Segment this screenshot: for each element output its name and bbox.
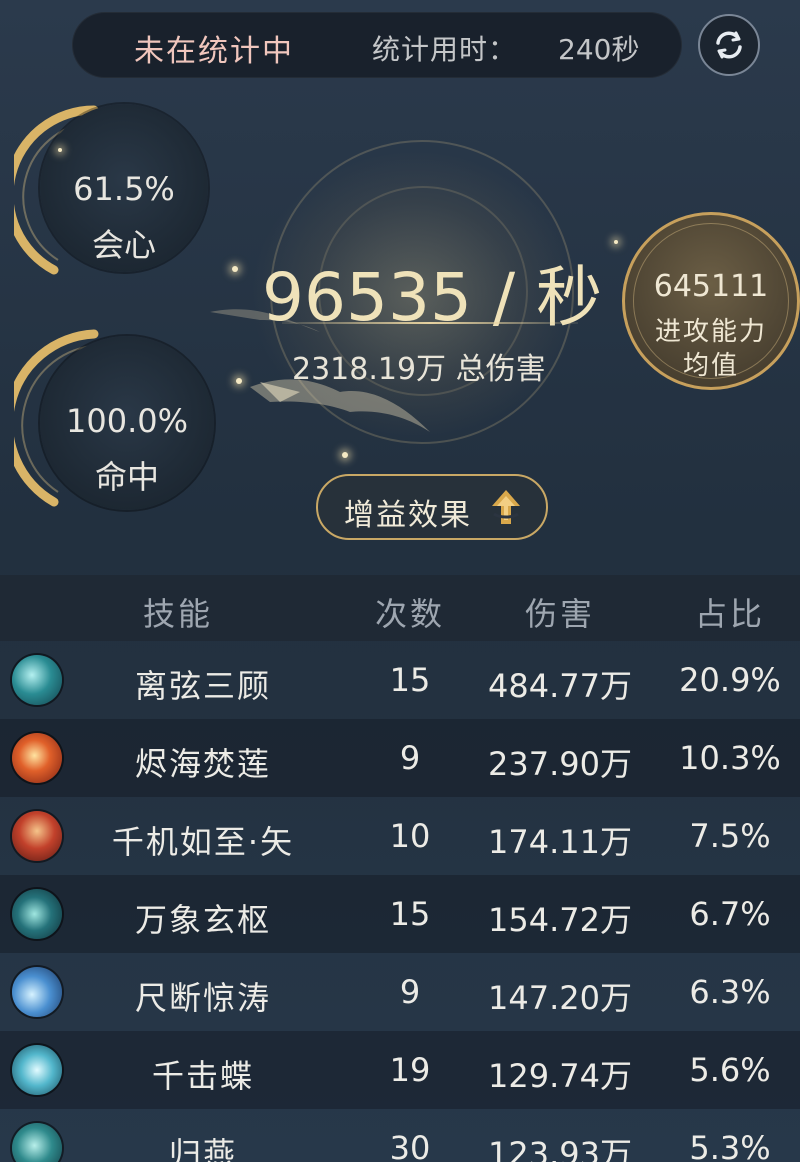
sparkle-dot: [342, 452, 348, 458]
hit-rate-value: 100.0%: [65, 402, 188, 440]
stats-status-bar: 未在统计中 统计用时： 240秒: [72, 12, 682, 78]
crit-rate-label: 会心: [91, 226, 156, 264]
dps-divider: [282, 322, 578, 324]
hit-rate-circle: 100.0% 命中: [40, 336, 214, 510]
skill-share: 20.9%: [679, 661, 781, 699]
skill-share: 6.3%: [689, 973, 771, 1011]
skill-name: 尺断惊涛: [134, 979, 271, 1017]
stats-status-text: 未在统计中: [134, 34, 294, 69]
skill-count: 19: [389, 1051, 431, 1089]
elapsed-time-label: 统计用时：: [372, 33, 518, 66]
teal-swirl-skill-icon: [12, 655, 62, 705]
refresh-icon: [716, 31, 742, 59]
skill-name: 万象玄枢: [134, 901, 271, 939]
crit-rate-value: 61.5%: [73, 170, 175, 208]
skill-name: 烬海焚莲: [134, 745, 271, 783]
skill-count: 9: [399, 973, 421, 1011]
table-row: 离弦三顾 15 484.77万 20.9%: [0, 641, 800, 719]
skill-count: 9: [399, 739, 421, 777]
cyan-butterfly-skill-icon: [12, 1045, 62, 1095]
teal-vortex-skill-icon: [12, 889, 62, 939]
table-row: 千机如至·矢 10 174.11万 7.5%: [0, 797, 800, 875]
table-row: 千击蝶 19 129.74万 5.6%: [0, 1031, 800, 1109]
buff-arrow-up-icon: [492, 490, 520, 524]
skill-count: 15: [389, 661, 431, 699]
skill-count: 10: [389, 817, 431, 855]
skill-damage: 123.93万: [488, 1135, 632, 1162]
attack-power-label: 进攻能力: [654, 317, 767, 347]
sparkle-dot: [236, 378, 242, 384]
skill-name: 千机如至·矢: [111, 823, 295, 861]
column-header-skill: 技能: [142, 595, 213, 633]
total-damage-text: 2318.19万 总伤害: [292, 352, 546, 387]
skill-count: 15: [389, 895, 431, 933]
skill-share: 5.3%: [689, 1129, 771, 1162]
buff-effects-label: 增益效果: [344, 498, 472, 533]
skill-share: 10.3%: [679, 739, 781, 777]
table-row: 尺断惊涛 9 147.20万 6.3%: [0, 953, 800, 1031]
skill-damage: 484.77万: [488, 667, 632, 705]
skill-share: 5.6%: [689, 1051, 771, 1089]
skill-count: 30: [389, 1129, 431, 1162]
dps-value: 96535 / 秒: [262, 259, 603, 336]
column-header-count: 次数: [374, 595, 445, 633]
hit-rate-label: 命中: [94, 458, 159, 496]
sparkle-dot: [58, 148, 62, 152]
fire-arrow-skill-icon: [12, 733, 62, 783]
refresh-button[interactable]: [698, 14, 760, 76]
table-row: 烬海焚莲 9 237.90万 10.3%: [0, 719, 800, 797]
skill-damage: 129.74万: [488, 1057, 632, 1095]
table-row: 万象玄枢 15 154.72万 6.7%: [0, 875, 800, 953]
teal-swallow-skill-icon: [12, 1123, 62, 1162]
attack-power-value: 645111: [653, 269, 769, 304]
skill-damage: 174.11万: [488, 823, 632, 861]
column-header-share: 占比: [694, 595, 765, 633]
skill-name: 千击蝶: [151, 1057, 254, 1095]
elapsed-time-value: 240秒: [558, 33, 640, 66]
column-header-damage: 伤害: [524, 595, 595, 633]
skill-table-header: 技能 次数 伤害 占比: [0, 575, 800, 641]
sparkle-dot: [614, 240, 618, 244]
sparkle-dot: [232, 266, 238, 272]
table-row: 归燕 30 123.93万 5.3%: [0, 1109, 800, 1162]
skill-damage: 237.90万: [488, 745, 632, 783]
red-crossbow-skill-icon: [12, 811, 62, 861]
blue-wave-skill-icon: [12, 967, 62, 1017]
crit-rate-circle: 61.5% 会心: [40, 104, 208, 272]
skill-name: 离弦三顾: [134, 667, 271, 705]
buff-effects-button[interactable]: 增益效果: [316, 474, 548, 540]
skill-share: 7.5%: [689, 817, 771, 855]
skill-damage: 147.20万: [488, 979, 632, 1017]
attack-power-circle: 645111 进攻能力 均值: [622, 212, 800, 390]
attack-power-label-avg: 均值: [682, 351, 739, 381]
skill-name: 归燕: [168, 1135, 237, 1162]
skill-share: 6.7%: [689, 895, 771, 933]
skill-damage: 154.72万: [488, 901, 632, 939]
